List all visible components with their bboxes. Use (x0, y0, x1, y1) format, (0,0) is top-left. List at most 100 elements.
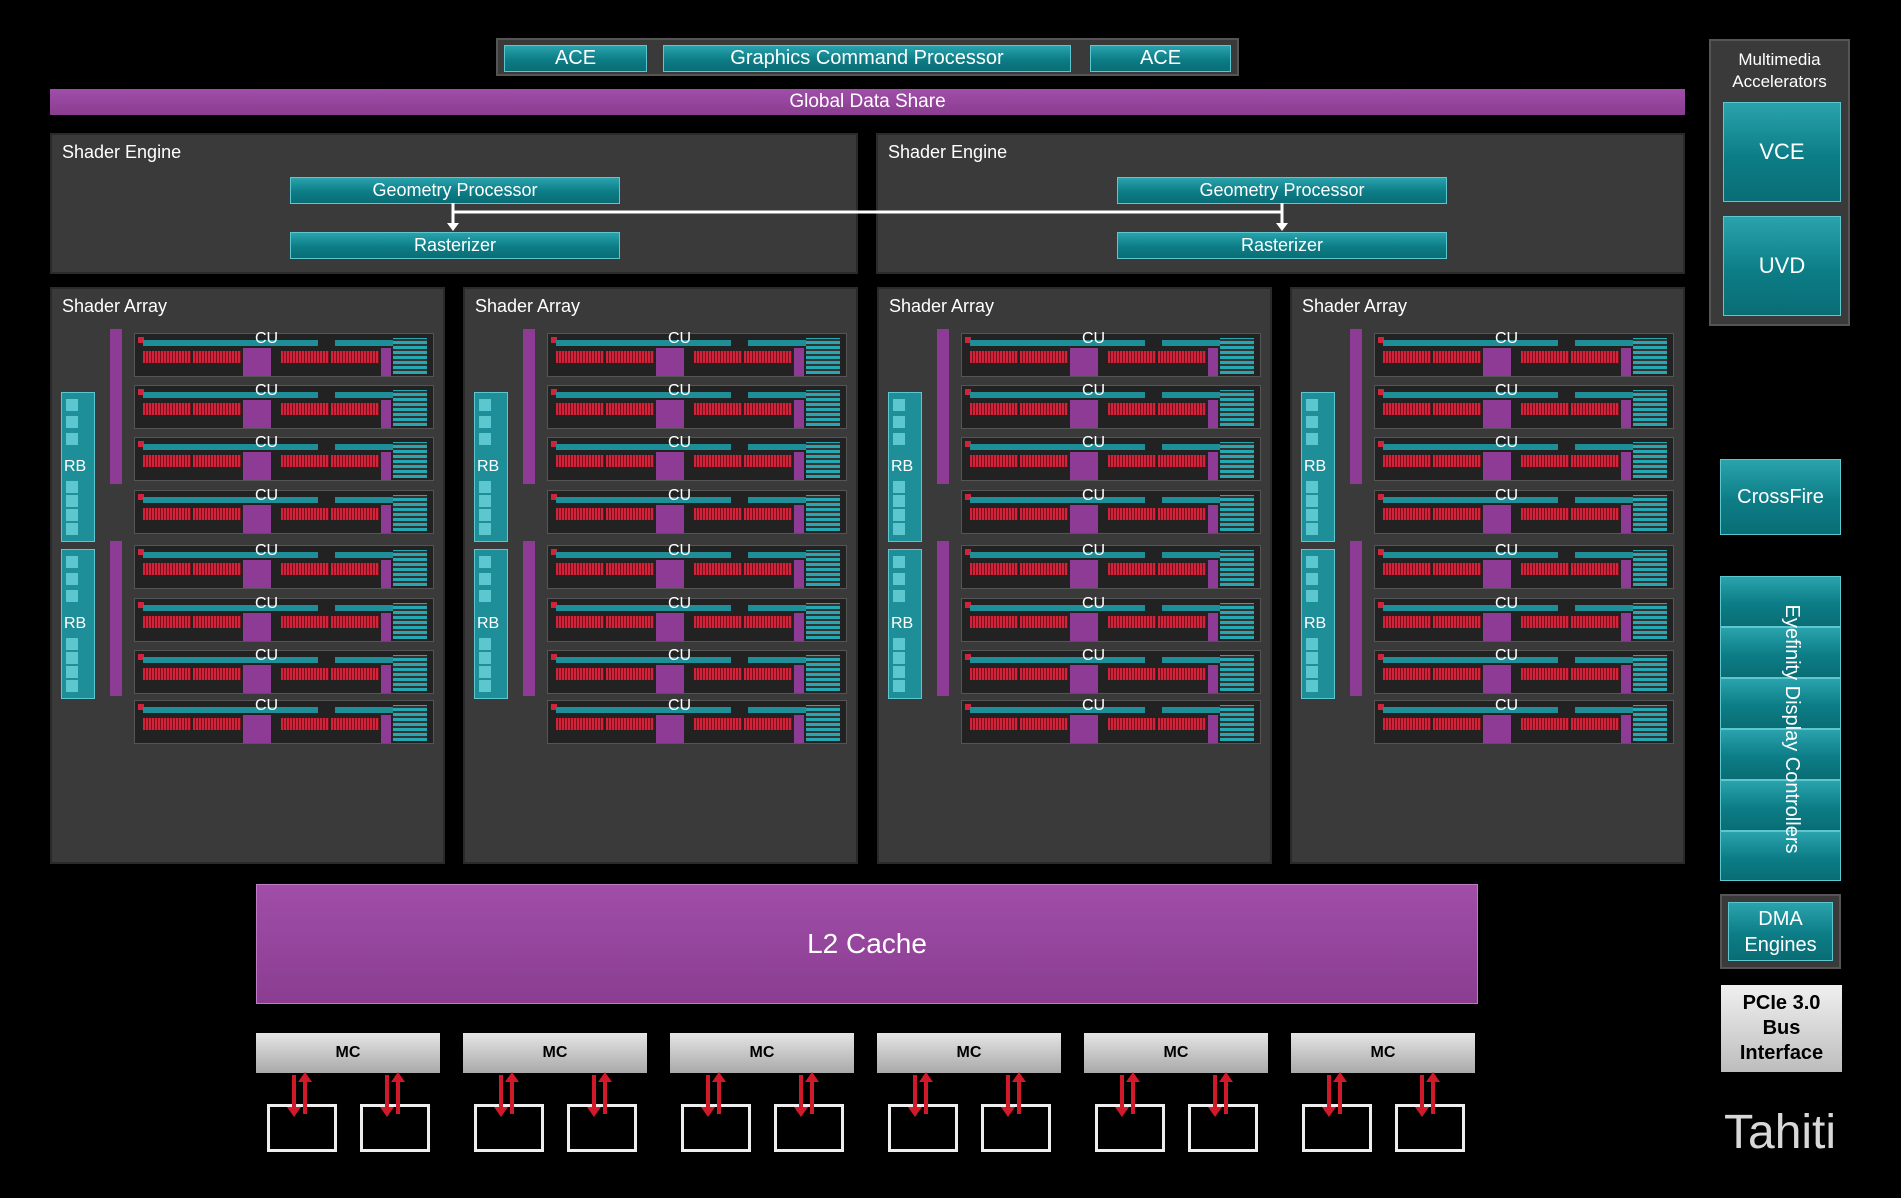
cu-label: CU (1495, 330, 1519, 347)
compute-unit: CU (547, 647, 847, 694)
simd-block (281, 403, 329, 415)
cu-scheduler (1483, 715, 1511, 743)
memory-chip (267, 1104, 337, 1152)
cu-bar (748, 392, 808, 398)
register-block (1633, 655, 1667, 691)
simd-block (1383, 718, 1431, 730)
cu-cache (1208, 665, 1218, 693)
simd-block (193, 668, 241, 680)
simd-block (970, 563, 1018, 575)
simd-block (1020, 616, 1068, 628)
simd-block (556, 718, 604, 730)
simd-block (694, 718, 742, 730)
cu-label: CU (668, 595, 692, 612)
compute-unit: CU (134, 697, 434, 744)
simd-block (1571, 563, 1619, 575)
cu-bar (1575, 340, 1635, 346)
simd-block (1108, 616, 1156, 628)
rb-block (1306, 495, 1318, 507)
cache-bar (523, 541, 535, 696)
render-backend: RB (1301, 549, 1335, 699)
cu-scheduler (656, 452, 684, 480)
dma-engines-label: DMA Engines (1728, 902, 1833, 961)
simd-block (193, 616, 241, 628)
simd-block (1521, 455, 1569, 467)
register-block (806, 550, 840, 586)
cu-scheduler (656, 348, 684, 376)
l2-cache: L2 Cache (256, 884, 1478, 1004)
cu-label: CU (1495, 697, 1519, 714)
cu-cache (794, 665, 804, 693)
cu-bar (970, 444, 1145, 450)
cu-label: CU (255, 487, 279, 504)
simd-block (1571, 403, 1619, 415)
cu-cache (1208, 452, 1218, 480)
cu-bar (335, 392, 395, 398)
cu-scheduler (1483, 348, 1511, 376)
simd-block (1433, 563, 1481, 575)
data-arrow (919, 1072, 933, 1114)
data-arrow (494, 1075, 508, 1117)
cu-bar (748, 497, 808, 503)
simd-block (970, 668, 1018, 680)
register-block (1220, 705, 1254, 741)
cu-bar (1575, 657, 1635, 663)
rb-label: RB (477, 615, 500, 632)
cu-scheduler (1483, 665, 1511, 693)
simd-block (281, 616, 329, 628)
render-backend: RB (474, 549, 508, 699)
cu-bar (970, 657, 1145, 663)
cu-label: CU (1082, 382, 1106, 399)
simd-block (143, 455, 191, 467)
compute-unit: CU (1374, 647, 1674, 694)
simd-block (1571, 616, 1619, 628)
simd-block (606, 403, 654, 415)
rb-block (66, 481, 78, 493)
simd-block (556, 455, 604, 467)
data-arrow (391, 1072, 405, 1114)
data-arrow (1208, 1075, 1222, 1117)
cu-bar (970, 707, 1145, 713)
simd-block (606, 616, 654, 628)
simd-block (1020, 508, 1068, 520)
simd-block (744, 563, 792, 575)
simd-block (331, 718, 379, 730)
simd-block (143, 616, 191, 628)
register-block (806, 390, 840, 426)
rb-block (479, 638, 491, 650)
simd-block (193, 563, 241, 575)
simd-block (281, 455, 329, 467)
rb-block (1306, 481, 1318, 493)
cu-bar (335, 552, 395, 558)
data-arrow (505, 1072, 519, 1114)
compute-unit: CU (1374, 595, 1674, 642)
cu-cache (1621, 348, 1631, 376)
eyefinity-label: Eyefinity Display Controllers (1781, 604, 1803, 854)
cu-bar (748, 605, 808, 611)
cu-bar (143, 605, 318, 611)
cu-label: CU (1082, 487, 1106, 504)
shader-array: Shader Array RB RB CU CU CU CU CU CU CU CU (50, 287, 445, 864)
simd-block (1521, 563, 1569, 575)
simd-block (1433, 668, 1481, 680)
cu-cache (794, 505, 804, 533)
cu-label: CU (255, 434, 279, 451)
cu-cache (381, 613, 391, 641)
compute-unit: CU (547, 487, 847, 534)
cu-bar (556, 444, 731, 450)
dma-engines: DMA Engines (1720, 894, 1841, 969)
cu-label: CU (1495, 595, 1519, 612)
simd-block (1383, 403, 1431, 415)
crossfire-block: CrossFire (1720, 459, 1841, 535)
rb-label: RB (477, 458, 500, 475)
cu-bar (143, 707, 318, 713)
data-arrow (805, 1072, 819, 1114)
cu-cache (1208, 400, 1218, 428)
register-block (1633, 495, 1667, 531)
rb-block (1306, 680, 1318, 692)
simd-block (970, 616, 1018, 628)
compute-unit: CU (134, 330, 434, 377)
cu-label: CU (668, 647, 692, 664)
compute-unit: CU (961, 697, 1261, 744)
compute-unit: CU (547, 434, 847, 481)
